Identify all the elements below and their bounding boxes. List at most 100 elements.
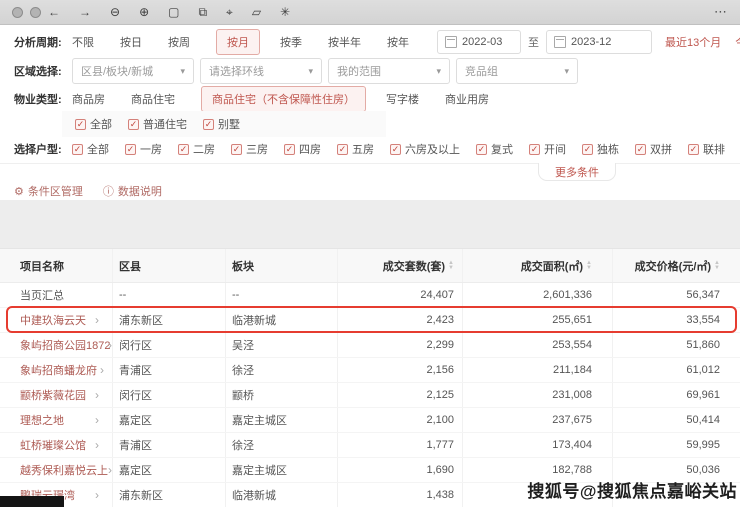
capture-icon[interactable]: ⌖ <box>226 6 233 18</box>
forward-arrow-icon[interactable]: → <box>79 6 91 18</box>
property-sub-panel: ✓全部 ✓普通住宅 ✓别墅 <box>62 111 386 137</box>
column-header[interactable]: 成交价格(元/㎡)▲▼ <box>612 249 740 282</box>
table-row[interactable]: 象屿招商公园1872›闵行区吴泾2,299253,55451,860 <box>0 333 740 358</box>
property-type-label: 物业类型: <box>14 91 72 107</box>
region-dropdown[interactable]: 区县/板块/新城▾ <box>72 58 194 84</box>
house-type-checkbox[interactable]: ✓双拼 <box>635 141 672 157</box>
region-dropdown[interactable]: 请选择环线▾ <box>200 58 322 84</box>
house-type-checkbox[interactable]: ✓ 二房 <box>178 141 215 157</box>
back-arrow-icon[interactable]: ← <box>48 6 60 18</box>
record-dot-icon[interactable] <box>12 7 23 18</box>
house-type-checkbox[interactable]: ✓独栋 <box>582 141 619 157</box>
magic-wand-icon[interactable]: ✳ <box>280 6 290 18</box>
project-name[interactable]: 虹桥璀璨公馆 <box>20 437 92 453</box>
project-name[interactable]: 越秀保利嘉悦云上 <box>20 462 105 478</box>
date-to-input[interactable]: 2023-12 <box>546 30 652 54</box>
house-type-checkbox[interactable]: ✓一房 <box>125 141 162 157</box>
chevron-right-icon: › <box>95 488 99 502</box>
property-option[interactable]: 商品房 <box>72 91 105 107</box>
checkbox-icon: ✓ <box>476 144 487 155</box>
checkbox-icon: ✓ <box>390 144 401 155</box>
project-name-cell: 当页汇总 <box>0 283 112 307</box>
chevron-right-icon: › <box>95 438 99 452</box>
column-header[interactable]: 成交套数(套)▲▼ <box>337 249 462 282</box>
analysis-period-row: 分析周期: 不限按日按周按月按季按半年按年 2022-03 至 2023-12 … <box>14 30 740 54</box>
chevron-down-icon: ▾ <box>564 66 569 77</box>
period-option[interactable]: 按周 <box>168 34 190 50</box>
table-row[interactable]: 中建玖海云天›浦东新区临港新城2,423255,65133,554 <box>0 308 740 333</box>
checkbox-icon: ✓ <box>178 144 189 155</box>
checkbox-label: 二房 <box>193 141 215 157</box>
house-type-checkbox[interactable]: ✓四房 <box>284 141 321 157</box>
period-option[interactable]: 按半年 <box>328 34 361 50</box>
house-type-checkbox[interactable]: ✓复式 <box>476 141 513 157</box>
region-dropdown[interactable]: 我的范围▾ <box>328 58 450 84</box>
project-name[interactable]: 象屿招商公园1872 <box>20 337 105 353</box>
column-header: 项目名称 <box>0 249 112 282</box>
units-cell: 2,299 <box>337 333 462 357</box>
table-row[interactable]: 象屿招商蟠龙府›青浦区徐泾2,156211,18461,012 <box>0 358 740 383</box>
property-sub-checkboxes: ✓全部 ✓普通住宅 ✓别墅 <box>75 116 256 132</box>
district-cell: 青浦区 <box>112 358 225 382</box>
column-header[interactable]: 成交面积(㎡)▲▼ <box>462 249 612 282</box>
project-name[interactable]: 颛桥紫薇花园 <box>20 387 92 403</box>
dropdown-value: 区县/板块/新城 <box>81 63 153 79</box>
table-row[interactable]: 当页汇总----24,4072,601,33656,347 <box>0 283 740 308</box>
window-icon[interactable]: ▱ <box>252 6 261 18</box>
chevron-right-icon: › <box>95 388 99 402</box>
house-type-checkbox[interactable]: ✓联排 <box>688 141 725 157</box>
quick-range-link[interactable]: 最近13个月 <box>665 34 721 50</box>
house-type-checkbox[interactable]: ✓全部 <box>72 141 109 157</box>
house-type-checkbox[interactable]: ✓三房 <box>231 141 268 157</box>
sort-icon[interactable]: ▲▼ <box>448 261 454 271</box>
period-option[interactable]: 按日 <box>120 34 142 50</box>
property-option[interactable]: 写字楼 <box>386 91 419 107</box>
table-row[interactable]: 理想之地›嘉定区嘉定主城区2,100237,67550,414 <box>0 408 740 433</box>
project-name[interactable]: 中建玖海云天 <box>20 312 92 328</box>
project-name-cell: 虹桥璀璨公馆› <box>0 433 112 457</box>
period-option[interactable]: 按年 <box>387 34 409 50</box>
district-cell: 青浦区 <box>112 433 225 457</box>
property-sub-checkbox[interactable]: ✓全部 <box>75 116 112 132</box>
period-option[interactable]: 按月 <box>216 29 260 55</box>
date-from-input[interactable]: 2022-03 <box>437 30 521 54</box>
property-sub-checkbox[interactable]: ✓别墅 <box>203 116 240 132</box>
zoom-out-icon[interactable]: ⊖ <box>110 6 120 18</box>
property-sub-checkbox[interactable]: ✓普通住宅 <box>128 116 187 132</box>
region-dropdown[interactable]: 竞品组▾ <box>456 58 578 84</box>
checkbox-icon: ✓ <box>635 144 646 155</box>
condition-manage-button[interactable]: ⚙ 条件区管理 <box>14 183 83 199</box>
table-row[interactable]: 虹桥璀璨公馆›青浦区徐泾1,777173,40459,995 <box>0 433 740 458</box>
table-row[interactable]: 颛桥紫薇花园›闵行区颛桥2,125231,00869,961 <box>0 383 740 408</box>
period-option[interactable]: 按季 <box>280 34 302 50</box>
house-type-checkbox[interactable]: ✓开间 <box>529 141 566 157</box>
frame-icon[interactable]: ▢ <box>168 6 179 18</box>
property-type-row: 物业类型: 商品房 商品住宅 商品住宅（不含保障性住房） 写字楼 商业用房 <box>14 86 740 112</box>
plate-cell: -- <box>225 283 337 307</box>
sort-icon[interactable]: ▲▼ <box>586 261 592 271</box>
property-option[interactable]: 商品住宅（不含保障性住房） <box>201 86 366 112</box>
project-name[interactable]: 象屿招商蟠龙府 <box>20 362 97 378</box>
property-option[interactable]: 商业用房 <box>445 91 489 107</box>
checkbox-label: 五房 <box>352 141 374 157</box>
data-note-button[interactable]: ⓘ 数据说明 <box>103 183 162 199</box>
checkbox-label: 六房及以上 <box>405 141 460 157</box>
more-conditions-tab[interactable]: 更多条件 <box>538 163 616 181</box>
more-menu-icon[interactable]: ⋯ <box>714 4 728 20</box>
property-option[interactable]: 商品住宅 <box>131 91 175 107</box>
duplicate-window-icon[interactable]: ⧉ <box>198 6 207 18</box>
sort-icon[interactable]: ▲▼ <box>714 261 720 271</box>
quick-range-link[interactable]: 今年1月~本月 <box>735 34 740 50</box>
record-dot-2-icon[interactable] <box>30 7 41 18</box>
browser-toolbar: ← → ⊖ ⊕ ▢ ⧉ ⌖ ▱ ✳ ⋯ <box>0 0 740 25</box>
zoom-in-icon[interactable]: ⊕ <box>139 6 149 18</box>
house-type-checkbox[interactable]: ✓五房 <box>337 141 374 157</box>
region-select-label: 区域选择: <box>14 63 72 79</box>
checkbox-icon: ✓ <box>72 144 83 155</box>
area-cell: 2,601,336 <box>462 283 612 307</box>
house-type-checkbox[interactable]: ✓ 六房及以上 <box>390 141 460 157</box>
column-header-label: 成交套数(套) <box>383 258 445 274</box>
project-name[interactable]: 理想之地 <box>20 412 92 428</box>
period-option[interactable]: 不限 <box>72 34 94 50</box>
district-cell: 闵行区 <box>112 383 225 407</box>
